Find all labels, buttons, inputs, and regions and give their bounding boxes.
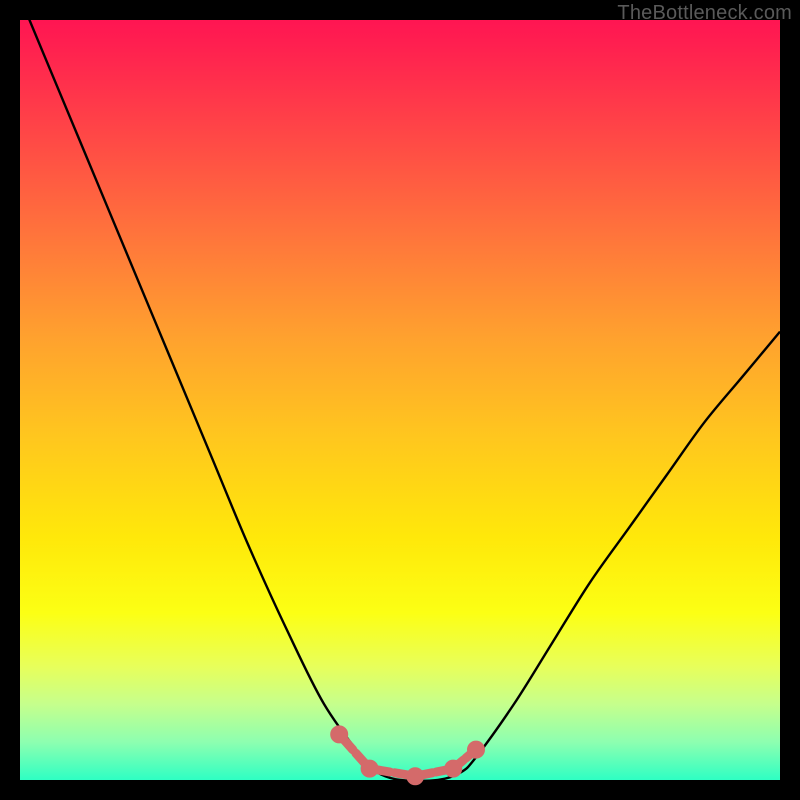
chart-frame: TheBottleneck.com [0,0,800,800]
trough-dash-cap [472,745,481,754]
trough-dash-cap [449,764,458,773]
trough-dash-group [335,730,481,781]
trough-dash-cap [335,730,344,739]
trough-dash-cap [411,772,420,781]
trough-dash [395,773,409,775]
curve-svg [20,20,780,780]
trough-dash [376,770,390,772]
bottleneck-curve [20,0,780,781]
plot-area [20,20,780,780]
trough-dash-cap [365,764,374,773]
